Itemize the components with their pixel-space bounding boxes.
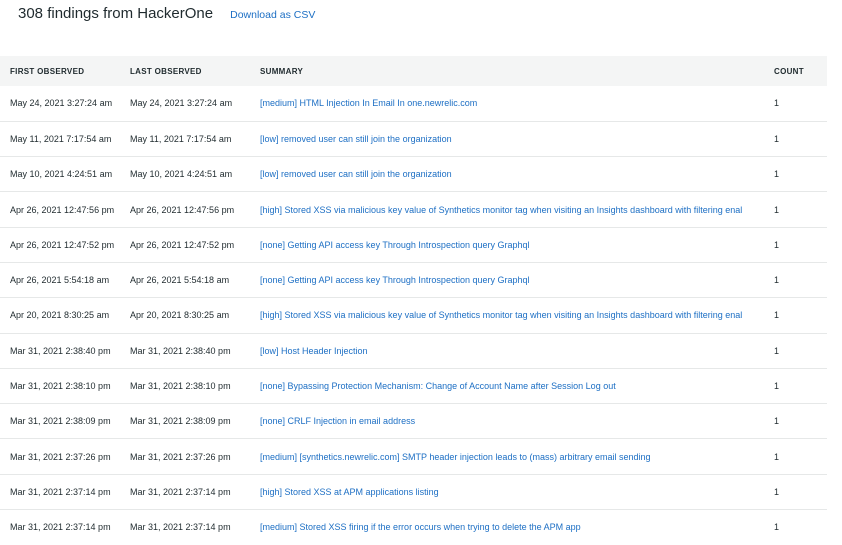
finding-summary-link[interactable]: [low] removed user can still join the or… — [260, 169, 452, 179]
last-observed-cell: Apr 26, 2021 5:54:18 am — [130, 275, 230, 286]
count-cell: 1 — [774, 239, 780, 250]
count-cell: 1 — [774, 345, 780, 356]
summary-cell: [high] Stored XSS via malicious key valu… — [260, 298, 774, 333]
count-cell: 1 — [774, 310, 780, 321]
count-cell: 1 — [774, 522, 780, 533]
count-cell: 1 — [774, 98, 780, 109]
summary-cell: [none] Bypassing Protection Mechanism: C… — [260, 368, 774, 403]
count-cell: 1 — [774, 451, 780, 462]
table-header-row: FIRST OBSERVED LAST OBSERVED SUMMARY COU… — [0, 56, 827, 86]
table-row: Mar 31, 2021 2:38:10 pm Mar 31, 2021 2:38… — [0, 368, 827, 404]
count-cell: 1 — [774, 486, 780, 497]
summary-cell: [high] Stored XSS at APM applications li… — [260, 474, 774, 509]
column-header-first-observed[interactable]: FIRST OBSERVED — [0, 56, 130, 86]
finding-summary-link[interactable]: [high] Stored XSS via malicious key valu… — [260, 205, 742, 215]
first-observed-cell: Mar 31, 2021 2:37:14 pm — [10, 522, 111, 533]
first-observed-cell: Apr 26, 2021 12:47:56 pm — [10, 204, 115, 215]
table-row: Apr 20, 2021 8:30:25 am Apr 20, 2021 8:30… — [0, 298, 827, 334]
last-observed-cell: Mar 31, 2021 2:37:26 pm — [130, 451, 231, 462]
table-row: Apr 26, 2021 5:54:18 am Apr 26, 2021 5:54… — [0, 262, 827, 298]
first-observed-cell: Mar 31, 2021 2:37:14 pm — [10, 486, 111, 497]
column-header-summary[interactable]: SUMMARY — [260, 56, 774, 86]
summary-cell: [low] Host Header Injection — [260, 333, 774, 368]
finding-summary-link[interactable]: [none] Getting API access key Through In… — [260, 240, 530, 250]
column-header-last-observed[interactable]: LAST OBSERVED — [130, 56, 260, 86]
first-observed-cell: May 24, 2021 3:27:24 am — [10, 98, 113, 109]
table-row: May 10, 2021 4:24:51 am May 10, 2021 4:24… — [0, 157, 827, 192]
table-row: Mar 31, 2021 2:37:26 pm Mar 31, 2021 2:37… — [0, 439, 827, 475]
count-cell: 1 — [774, 133, 780, 144]
last-observed-cell: May 11, 2021 7:17:54 am — [130, 133, 232, 144]
summary-cell: [none] Getting API access key Through In… — [260, 227, 774, 262]
findings-table-body: May 24, 2021 3:27:24 am May 24, 2021 3:27… — [0, 86, 827, 545]
first-observed-cell: Mar 31, 2021 2:38:09 pm — [10, 416, 111, 427]
last-observed-cell: May 10, 2021 4:24:51 am — [130, 169, 233, 180]
finding-summary-link[interactable]: [medium] HTML Injection In Email In one.… — [260, 98, 477, 108]
download-csv-link[interactable]: Download as CSV — [230, 9, 315, 21]
count-cell: 1 — [774, 275, 780, 286]
count-cell: 1 — [774, 381, 780, 392]
count-cell: 1 — [774, 169, 780, 180]
last-observed-cell: Mar 31, 2021 2:38:40 pm — [130, 345, 231, 356]
summary-cell: [medium] HTML Injection In Email In one.… — [260, 86, 774, 121]
summary-cell: [low] removed user can still join the or… — [260, 157, 774, 192]
last-observed-cell: May 24, 2021 3:27:24 am — [130, 98, 233, 109]
finding-summary-link[interactable]: [none] Bypassing Protection Mechanism: C… — [260, 381, 616, 391]
table-row: Mar 31, 2021 2:37:14 pm Mar 31, 2021 2:37… — [0, 510, 827, 545]
summary-cell: [medium] Stored XSS firing if the error … — [260, 510, 774, 545]
page-header: 308 findings from HackerOne Download as … — [18, 5, 315, 22]
summary-cell: [none] CRLF Injection in email address — [260, 404, 774, 439]
page-title: 308 findings from HackerOne — [18, 5, 214, 22]
first-observed-cell: May 10, 2021 4:24:51 am — [10, 169, 113, 180]
first-observed-cell: May 11, 2021 7:17:54 am — [10, 133, 112, 144]
last-observed-cell: Apr 26, 2021 12:47:52 pm — [130, 239, 235, 250]
first-observed-cell: Apr 20, 2021 8:30:25 am — [10, 310, 110, 321]
finding-summary-link[interactable]: [high] Stored XSS via malicious key valu… — [260, 310, 742, 320]
last-observed-cell: Apr 20, 2021 8:30:25 am — [130, 310, 230, 321]
last-observed-cell: Mar 31, 2021 2:38:10 pm — [130, 381, 231, 392]
last-observed-cell: Mar 31, 2021 2:37:14 pm — [130, 522, 231, 533]
first-observed-cell: Mar 31, 2021 2:38:40 pm — [10, 345, 111, 356]
first-observed-cell: Mar 31, 2021 2:38:10 pm — [10, 381, 111, 392]
first-observed-cell: Apr 26, 2021 12:47:52 pm — [10, 239, 115, 250]
finding-summary-link[interactable]: [low] removed user can still join the or… — [260, 134, 452, 144]
findings-table: FIRST OBSERVED LAST OBSERVED SUMMARY COU… — [0, 56, 827, 545]
finding-summary-link[interactable]: [high] Stored XSS at APM applications li… — [260, 487, 439, 497]
finding-summary-link[interactable]: [none] CRLF Injection in email address — [260, 416, 415, 426]
count-cell: 1 — [774, 204, 780, 215]
table-row: Mar 31, 2021 2:37:14 pm Mar 31, 2021 2:37… — [0, 474, 827, 510]
table-row: Mar 31, 2021 2:38:09 pm Mar 31, 2021 2:38… — [0, 404, 827, 439]
finding-summary-link[interactable]: [none] Getting API access key Through In… — [260, 275, 530, 285]
first-observed-cell: Apr 26, 2021 5:54:18 am — [10, 275, 110, 286]
summary-cell: [high] Stored XSS via malicious key valu… — [260, 192, 774, 227]
table-row: Apr 26, 2021 12:47:56 pm Apr 26, 2021 12:… — [0, 192, 827, 228]
count-cell: 1 — [774, 416, 780, 427]
table-row: May 11, 2021 7:17:54 am May 11, 2021 7:17… — [0, 121, 827, 157]
summary-cell: [low] removed user can still join the or… — [260, 121, 774, 156]
last-observed-cell: Mar 31, 2021 2:38:09 pm — [130, 416, 231, 427]
column-header-count[interactable]: COUNT — [774, 56, 827, 86]
summary-cell: [medium] [synthetics.newrelic.com] SMTP … — [260, 439, 774, 474]
finding-summary-link[interactable]: [medium] [synthetics.newrelic.com] SMTP … — [260, 452, 651, 462]
first-observed-cell: Mar 31, 2021 2:37:26 pm — [10, 451, 111, 462]
table-row: Mar 31, 2021 2:38:40 pm Mar 31, 2021 2:38… — [0, 333, 827, 369]
last-observed-cell: Mar 31, 2021 2:37:14 pm — [130, 486, 231, 497]
finding-summary-link[interactable]: [low] Host Header Injection — [260, 346, 368, 356]
table-row: May 24, 2021 3:27:24 am May 24, 2021 3:27… — [0, 86, 827, 122]
summary-cell: [none] Getting API access key Through In… — [260, 262, 774, 297]
finding-summary-link[interactable]: [medium] Stored XSS firing if the error … — [260, 522, 581, 532]
last-observed-cell: Apr 26, 2021 12:47:56 pm — [130, 204, 235, 215]
table-row: Apr 26, 2021 12:47:52 pm Apr 26, 2021 12:… — [0, 227, 827, 263]
